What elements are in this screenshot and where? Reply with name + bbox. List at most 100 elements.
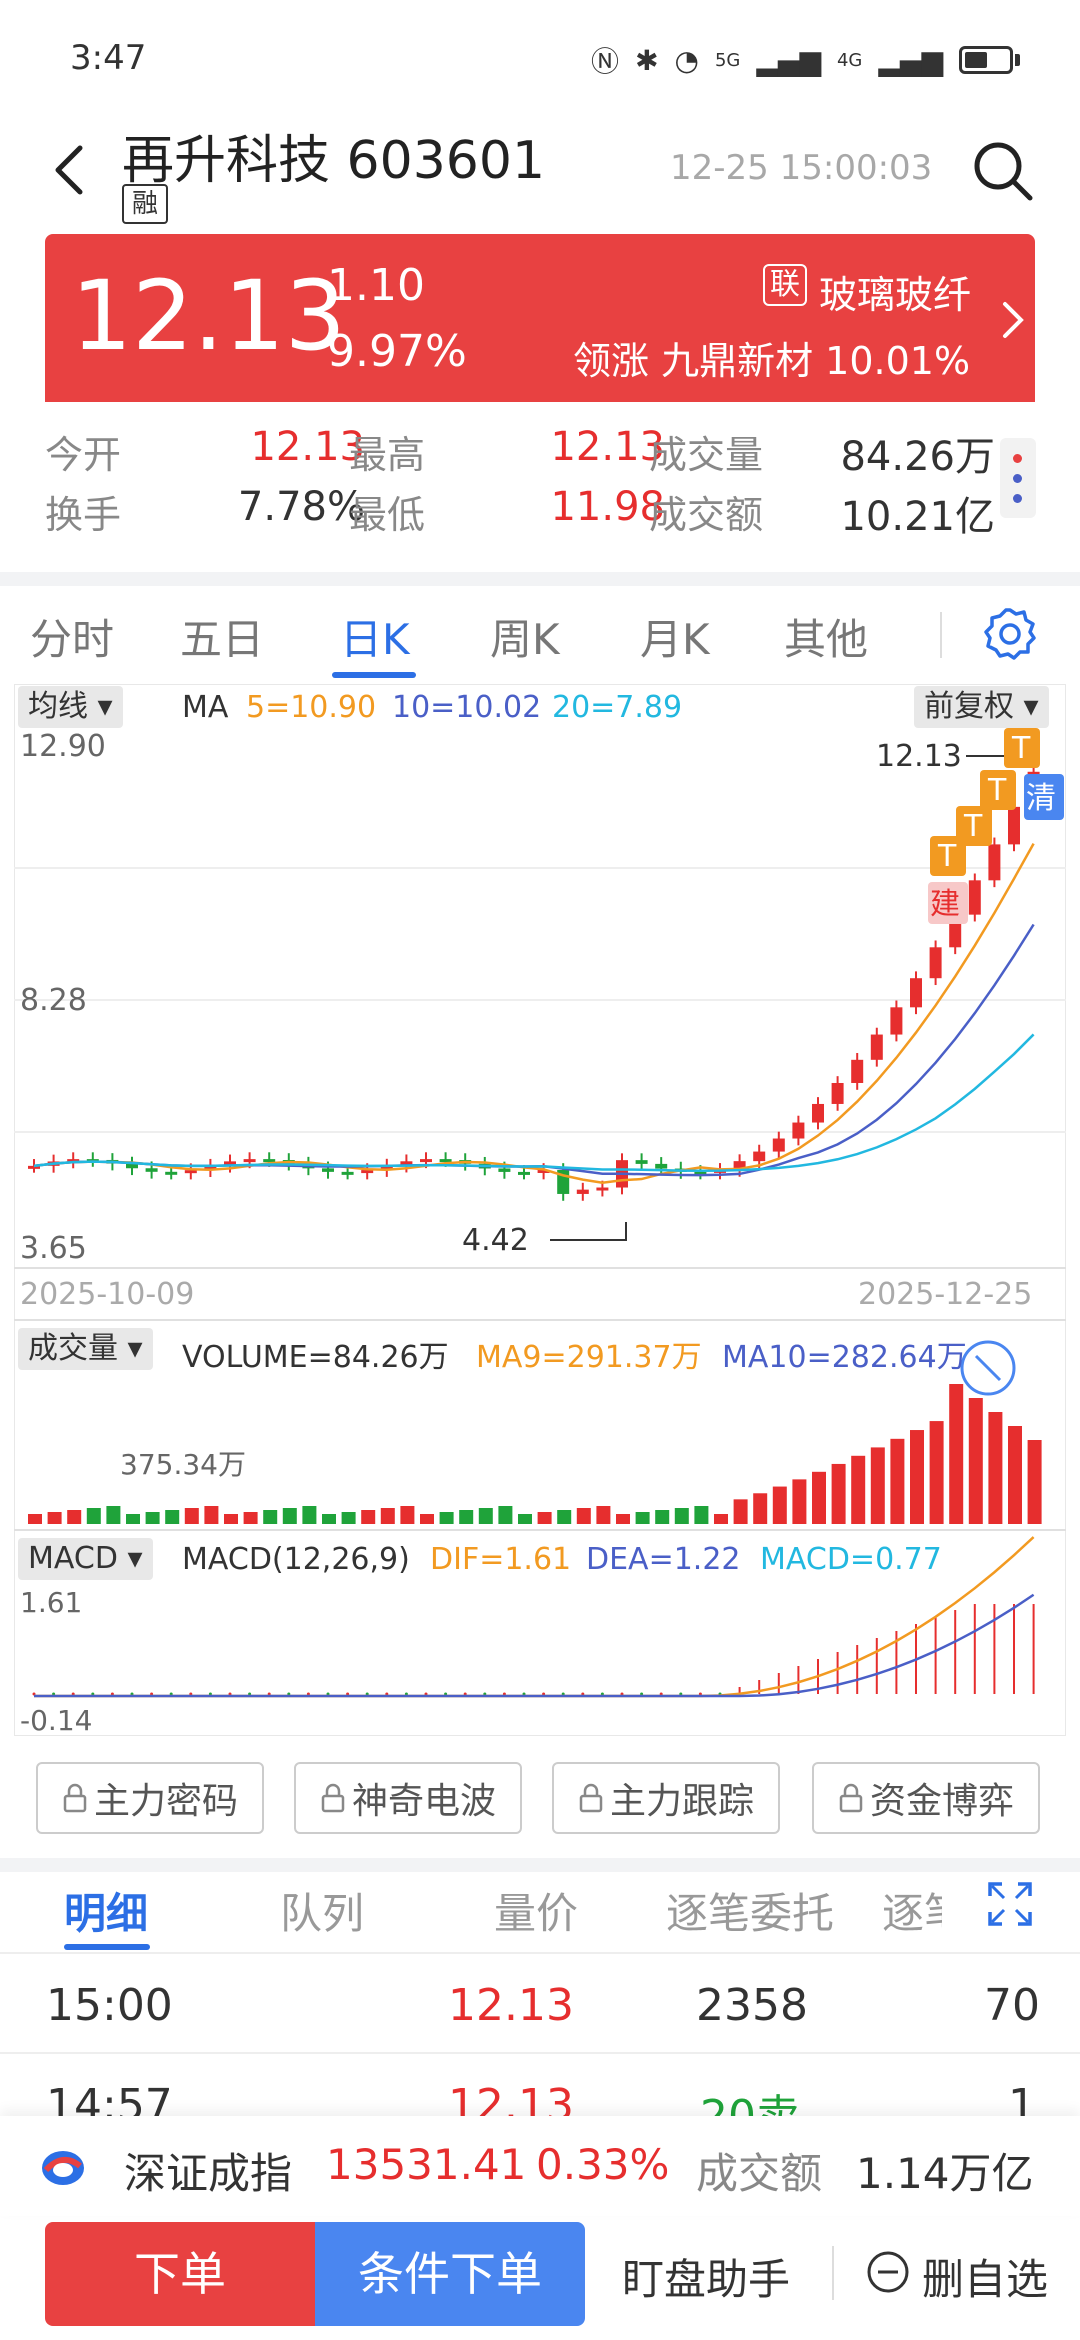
signal-bars-icon: ▂▄▆ (756, 43, 821, 77)
minus-circle-icon[interactable] (866, 2250, 910, 2294)
y-axis-bottom: 3.65 (20, 1231, 87, 1266)
sector-leader[interactable]: 领涨 九鼎新材 10.01% (573, 330, 970, 385)
button-label: 主力跟踪 (609, 1781, 754, 1822)
tab-other[interactable]: 其他 (784, 606, 868, 667)
sector-name[interactable]: 玻璃玻纤 (819, 264, 971, 319)
candle (635, 1160, 648, 1164)
volume-bar (733, 1499, 748, 1524)
volume-bar (243, 1512, 258, 1524)
volume-ma10: MA10=282.64万 (722, 1340, 967, 1375)
margin-badge: 融 (122, 184, 168, 224)
volume-bar (870, 1447, 885, 1524)
signal-4g-icon: 4G (836, 49, 863, 71)
adjust-dropdown[interactable]: 前复权 ▾ (914, 686, 1049, 728)
trade-volume: 2358 (696, 1980, 808, 2031)
expand-icon[interactable] (986, 1880, 1034, 1928)
action-divider (832, 2246, 834, 2300)
ma-dropdown-label: 均线 (28, 689, 88, 724)
index-value: 13531.41 (326, 2140, 527, 2189)
high-price-mark: 12.13 (876, 739, 962, 774)
back-icon[interactable] (42, 140, 102, 200)
volume-bar (635, 1512, 650, 1524)
candle (145, 1168, 158, 1172)
candle (655, 1163, 668, 1169)
search-icon[interactable] (970, 138, 1036, 204)
macd-dropdown[interactable]: MACD ▾ (18, 1538, 153, 1580)
volume-bar (596, 1506, 611, 1524)
low-value: 11.98 (550, 484, 665, 530)
turnover-label: 换手 (45, 493, 122, 537)
volume-bar (459, 1510, 474, 1524)
chart-frame (14, 684, 1066, 1736)
candle (870, 1034, 883, 1060)
volume-dropdown[interactable]: 成交量 ▾ (18, 1328, 153, 1370)
candle (929, 947, 942, 979)
candle (243, 1159, 256, 1163)
lock-icon (321, 1783, 345, 1813)
exchange-logo-icon (42, 2151, 84, 2185)
dot (1013, 474, 1022, 483)
status-icons: Ⓝ ✱ ◔ 5G ▂▄▆ 4G ▂▄▆ (591, 40, 1020, 80)
amount-value: 10.21亿 (840, 494, 995, 540)
volume-bar (968, 1398, 983, 1524)
magic-wave-button[interactable]: 神奇电波 (294, 1762, 522, 1834)
candle (988, 844, 1001, 881)
candle (341, 1171, 354, 1175)
tab-five-day[interactable]: 五日 (180, 606, 264, 667)
last-price: 12.13 (71, 260, 346, 372)
tab-trade-by-trade[interactable]: 逐笔 (882, 1880, 942, 1941)
more-options-icon[interactable] (1000, 438, 1036, 518)
candle (596, 1187, 609, 1191)
ma10-value: 10=10.02 (392, 690, 542, 725)
volume-bar (576, 1508, 591, 1524)
build-marker-label: 建 (930, 887, 960, 922)
volume-label: 成交量 (649, 433, 764, 477)
fund-game-button[interactable]: 资金博弈 (812, 1762, 1040, 1834)
order-button[interactable]: 下单 (45, 2222, 315, 2326)
volume-bar (988, 1412, 1003, 1524)
dot (1013, 494, 1022, 503)
volume-value: 84.26万 (840, 434, 995, 480)
volume-bar (282, 1508, 297, 1524)
candle (498, 1168, 511, 1172)
gear-icon[interactable] (980, 604, 1040, 664)
volume-bar (792, 1479, 807, 1524)
watch-helper-button[interactable]: 盯盘助手 (622, 2246, 790, 2307)
tab-order-by-order[interactable]: 逐笔委托 (666, 1880, 834, 1941)
main-force-code-button[interactable]: 主力密码 (36, 1762, 264, 1834)
volume-bar (694, 1506, 709, 1524)
conditional-order-button[interactable]: 条件下单 (315, 2222, 585, 2326)
trade-price: 12.13 (448, 1980, 574, 2031)
candle (910, 978, 922, 1008)
tab-daily-k[interactable]: 日K (340, 606, 410, 667)
stock-code: 603601 (346, 131, 546, 191)
tab-intraday[interactable]: 分时 (30, 606, 114, 667)
status-time: 3:47 (70, 38, 147, 78)
candle (165, 1171, 178, 1175)
macd-dropdown-label: MACD (28, 1541, 118, 1576)
tab-queue[interactable]: 队列 (280, 1880, 364, 1941)
adjust-dropdown-label: 前复权 (924, 689, 1014, 724)
ma20-value: 20=7.89 (552, 690, 683, 725)
macd-dif: DIF=1.61 (430, 1542, 572, 1577)
tab-volume-price[interactable]: 量价 (494, 1880, 578, 1941)
tab-weekly-k[interactable]: 周K (490, 606, 560, 667)
remove-watchlist-button[interactable]: 删自选 (922, 2246, 1048, 2307)
trade-price: 12.13 (448, 2080, 574, 2116)
signal-5g-icon: 5G (714, 49, 741, 71)
date-end: 2025-12-25 (858, 1277, 1032, 1312)
low-mark-line (550, 1222, 627, 1241)
volume-bar (47, 1512, 62, 1524)
volume-bar (126, 1514, 140, 1524)
volume-bar (674, 1508, 689, 1524)
chevron-right-icon[interactable] (997, 298, 1027, 342)
volume-bar (537, 1512, 552, 1524)
main-force-track-button[interactable]: 主力跟踪 (552, 1762, 780, 1834)
lock-icon (839, 1783, 863, 1813)
tab-monthly-k[interactable]: 月K (640, 606, 710, 667)
tab-detail[interactable]: 明细 (64, 1880, 148, 1941)
volume-bar (616, 1514, 630, 1524)
ma-dropdown[interactable]: 均线 ▾ (18, 686, 123, 728)
kline-chart-area[interactable]: 12.90 8.28 3.65 12.13 4.42 2025-10-09 20… (14, 684, 1066, 1736)
index-bar[interactable]: 深证成指 13531.41 0.33% 成交额 1.14万亿 (0, 2116, 1080, 2216)
